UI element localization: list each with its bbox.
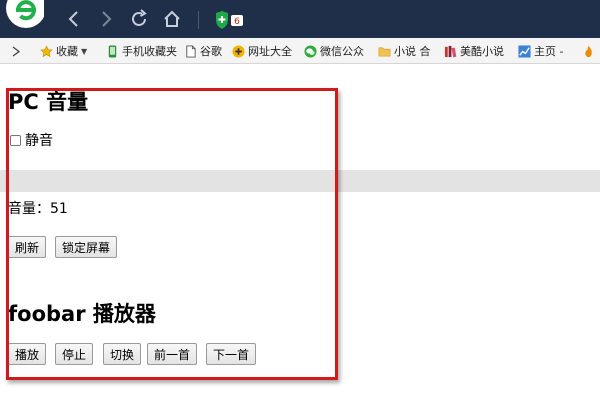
chart-icon bbox=[518, 44, 531, 58]
bookmark-favorites[interactable]: 收藏 ▼ bbox=[40, 38, 87, 64]
bookmarks-expand-button[interactable] bbox=[12, 38, 20, 64]
reload-icon bbox=[132, 9, 147, 26]
fire-icon bbox=[585, 45, 592, 57]
next-track-button[interactable]: 下一首 bbox=[206, 343, 257, 365]
refresh-button[interactable]: 刷新 bbox=[8, 236, 47, 258]
plus-icon bbox=[232, 44, 245, 58]
volume-value-text: 音量：51 bbox=[8, 201, 68, 217]
foobar-player-title: foobar 播放器 bbox=[8, 302, 156, 326]
bookmark-google[interactable]: 谷歌 bbox=[184, 38, 222, 64]
bookmark-homepage[interactable]: 主页 - bbox=[518, 38, 563, 64]
reload-button[interactable] bbox=[127, 7, 151, 31]
play-button[interactable]: 播放 bbox=[8, 343, 47, 365]
previous-track-button[interactable]: 前一首 bbox=[147, 343, 198, 365]
mute-checkbox[interactable] bbox=[10, 134, 21, 146]
stop-button[interactable]: 停止 bbox=[55, 343, 94, 365]
phone-icon bbox=[108, 44, 117, 58]
shield-extension-button[interactable]: 6 bbox=[214, 10, 248, 30]
shield-icon: 6 bbox=[216, 11, 243, 29]
switch-button[interactable]: 切换 bbox=[103, 343, 142, 365]
bookmark-novel-collection[interactable]: 小说 合 bbox=[378, 38, 431, 64]
book-icon bbox=[444, 45, 457, 57]
gray-divider-band bbox=[0, 170, 600, 192]
home-button[interactable] bbox=[160, 7, 184, 31]
wechat-icon bbox=[304, 44, 317, 58]
play-triangle-icon bbox=[12, 45, 20, 57]
bookmark-meiku-novel[interactable]: 美酷小说 bbox=[444, 38, 504, 64]
home-icon bbox=[164, 10, 180, 27]
browser-logo-icon bbox=[4, 0, 46, 34]
bookmark-wechat-official[interactable]: 微信公众 bbox=[304, 38, 364, 64]
bookmark-mobile-favorites[interactable]: 手机收藏夹 bbox=[106, 38, 177, 64]
browser-titlebar: 6 bbox=[0, 0, 600, 38]
toolbar-divider bbox=[198, 11, 199, 29]
bookmarks-bar: 收藏 ▼ 手机收藏夹 谷歌 网址大全 微信公众 小说 合 美酷小说 主页 - bbox=[0, 38, 600, 64]
forward-button[interactable] bbox=[94, 7, 118, 31]
bookmark-overflow-button[interactable] bbox=[582, 38, 598, 64]
star-icon bbox=[40, 44, 53, 57]
page-icon bbox=[186, 44, 196, 58]
back-arrow-icon bbox=[68, 11, 78, 27]
bookmark-url-directory[interactable]: 网址大全 bbox=[232, 38, 292, 64]
forward-arrow-icon bbox=[102, 11, 112, 27]
svg-text:6: 6 bbox=[234, 17, 240, 27]
pc-volume-title: PC 音量 bbox=[8, 90, 89, 114]
lock-screen-button[interactable]: 锁定屏幕 bbox=[55, 236, 118, 258]
mute-row: 静音 bbox=[10, 130, 53, 150]
mute-label: 静音 bbox=[25, 133, 53, 149]
folder-icon bbox=[378, 47, 391, 56]
back-button[interactable] bbox=[62, 7, 86, 31]
page-content: PC 音量 静音 音量：51 刷新 锁定屏幕 foobar 播放器 播放 停止 … bbox=[0, 64, 600, 402]
chevron-down-icon: ▼ bbox=[81, 46, 88, 56]
